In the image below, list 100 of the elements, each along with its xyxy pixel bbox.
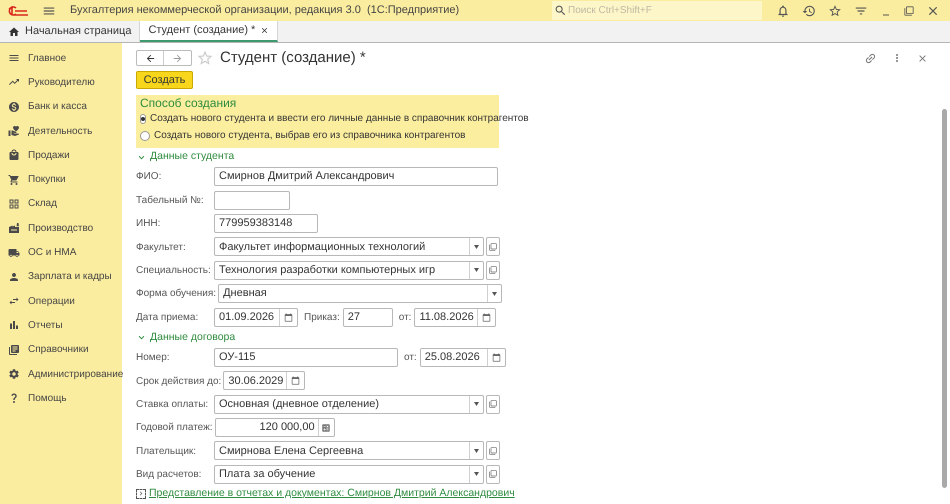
window-icon [489, 266, 497, 274]
restore-icon[interactable] [904, 6, 914, 16]
text-field[interactable]: Смирнов Дмитрий Александрович [214, 167, 498, 186]
date-field[interactable]: 30.06.2029 [223, 371, 306, 390]
settings-icon [8, 368, 20, 380]
dropdown-caret-icon[interactable] [474, 268, 479, 272]
books-icon [8, 344, 20, 356]
text-field[interactable]: ОУ-115 [214, 348, 398, 367]
select-field[interactable]: Основная (дневное отделение) [214, 394, 484, 414]
sidebar-item[interactable]: Производство [0, 216, 122, 240]
field-label: Вид расчетов: [136, 469, 202, 480]
open-button[interactable] [486, 394, 500, 414]
field-label: Ставка оплаты: [136, 398, 208, 410]
text-field[interactable]: 27 [342, 308, 393, 327]
truck-icon [8, 246, 20, 259]
person-icon [8, 270, 20, 283]
calculator-icon[interactable] [321, 422, 332, 433]
sidebar-item[interactable]: Склад [0, 192, 122, 216]
date-field[interactable]: 11.08.2026 [414, 308, 496, 327]
section-toggle[interactable]: Данные студента [136, 149, 940, 165]
sidebar-item[interactable]: Руководителю [0, 70, 122, 95]
sidebar-item[interactable]: Справочники [0, 338, 122, 362]
dropdown-caret-icon[interactable] [474, 402, 479, 406]
sidebar-item[interactable]: Продажи [0, 143, 122, 168]
bell-icon[interactable] [776, 4, 790, 18]
radio-button[interactable] [140, 130, 150, 140]
bar-chart-icon [8, 319, 20, 332]
sidebar-item[interactable]: Зарплата и кадры [0, 264, 122, 289]
history-icon[interactable] [802, 4, 816, 18]
open-button[interactable] [486, 441, 500, 460]
field-label: Факультет: [136, 242, 186, 253]
field-label: Срок действия до: [136, 376, 222, 387]
open-button[interactable] [486, 260, 500, 280]
open-button[interactable] [486, 237, 500, 256]
form-title: Студент (создание) * [220, 48, 366, 68]
date-field[interactable]: 25.08.2026 [420, 348, 506, 367]
cart-icon [8, 174, 20, 186]
dropdown-caret-icon[interactable] [492, 292, 498, 296]
sidebar-item[interactable]: Отчеты [0, 313, 122, 338]
sidebar-item[interactable]: Операции [0, 288, 122, 314]
number-field[interactable]: 120 000,00 [214, 418, 335, 438]
star-icon[interactable] [196, 49, 214, 67]
field-label: ФИО: [136, 171, 162, 182]
sidebar-item[interactable]: Главное [0, 46, 122, 70]
factory-icon [8, 222, 20, 234]
sidebar-item[interactable]: ОС и НМА [0, 240, 122, 265]
window-icon [489, 400, 497, 408]
calendar-icon[interactable] [482, 312, 492, 322]
text-field[interactable]: 779959383148 [214, 214, 318, 233]
app-title: Бухгалтерия некоммерческой организации, редакция 3.0 (1С:Предприятие) [70, 3, 460, 18]
tab[interactable]: Студент (создание) * [140, 21, 278, 42]
presentation-link[interactable]: Представление в отчетах и документах: Смирнов Дмитрий Александрович [149, 486, 515, 502]
radio-label[interactable]: Создать нового студента и ввести его личные данные в справочник контрагентов [150, 111, 529, 126]
search-icon [554, 4, 567, 17]
radio-label[interactable]: Создать нового студента, выбрав его из справочника контрагентов [154, 128, 466, 143]
dropdown-caret-icon[interactable] [474, 472, 479, 476]
dropdown-caret-icon[interactable] [474, 244, 479, 249]
search-field[interactable]: Поиск Ctrl+Shift+F [552, 1, 762, 20]
select-field[interactable]: Факультет информационных технологий [214, 237, 484, 256]
field-label: Форма обучения: [136, 288, 216, 300]
field-label: от: [398, 312, 412, 323]
sidebar-item[interactable]: Покупки [0, 167, 122, 192]
field-label: от: [404, 352, 417, 364]
text-field[interactable] [214, 190, 290, 210]
select-field[interactable]: Смирнова Елена Сергеевна [214, 441, 484, 460]
open-button[interactable] [486, 464, 500, 484]
field-label: Годовой платеж: [136, 422, 213, 434]
section-toggle[interactable]: Данные договора [136, 330, 940, 346]
select-field[interactable]: Дневная [218, 284, 502, 304]
sidebar-item[interactable]: Администрирование [0, 362, 122, 386]
sidebar-item[interactable]: Банк и касса [0, 94, 122, 119]
radio-button[interactable] [140, 114, 146, 124]
field-label: Номер: [136, 352, 170, 364]
field-label: Специальность: [136, 265, 211, 276]
close-icon[interactable] [260, 26, 270, 35]
logo-icon [8, 6, 30, 16]
calendar-icon[interactable] [291, 376, 300, 386]
bag-icon [8, 149, 20, 162]
dropdown-caret-icon[interactable] [474, 448, 479, 453]
calendar-icon[interactable] [492, 352, 501, 362]
star-icon[interactable] [828, 4, 842, 18]
arrow-right-icon [172, 52, 183, 64]
grid-icon [8, 198, 20, 210]
search-input[interactable]: Поиск Ctrl+Shift+F [568, 3, 760, 18]
sidebar-item[interactable]: Помощь [0, 386, 122, 410]
field-label: Табельный №: [136, 194, 204, 206]
arrow-left-icon [144, 52, 156, 64]
select-field[interactable]: Технология разработки компьютерных игр [214, 260, 484, 280]
create-button[interactable]: Создать [136, 71, 193, 89]
field-label: Приказ: [304, 312, 340, 323]
calendar-icon[interactable] [284, 312, 293, 322]
window-icon [489, 470, 497, 478]
sidebar-item[interactable]: Деятельность [0, 118, 122, 144]
chevron-icon [137, 489, 145, 498]
expand-toggle[interactable] [136, 488, 146, 499]
coin-icon [8, 100, 20, 113]
date-field[interactable]: 01.09.2026 [214, 308, 298, 327]
panel-title: Способ создания [140, 96, 238, 110]
field-label: ИНН: [136, 218, 160, 230]
select-field[interactable]: Плата за обучение [214, 464, 484, 484]
